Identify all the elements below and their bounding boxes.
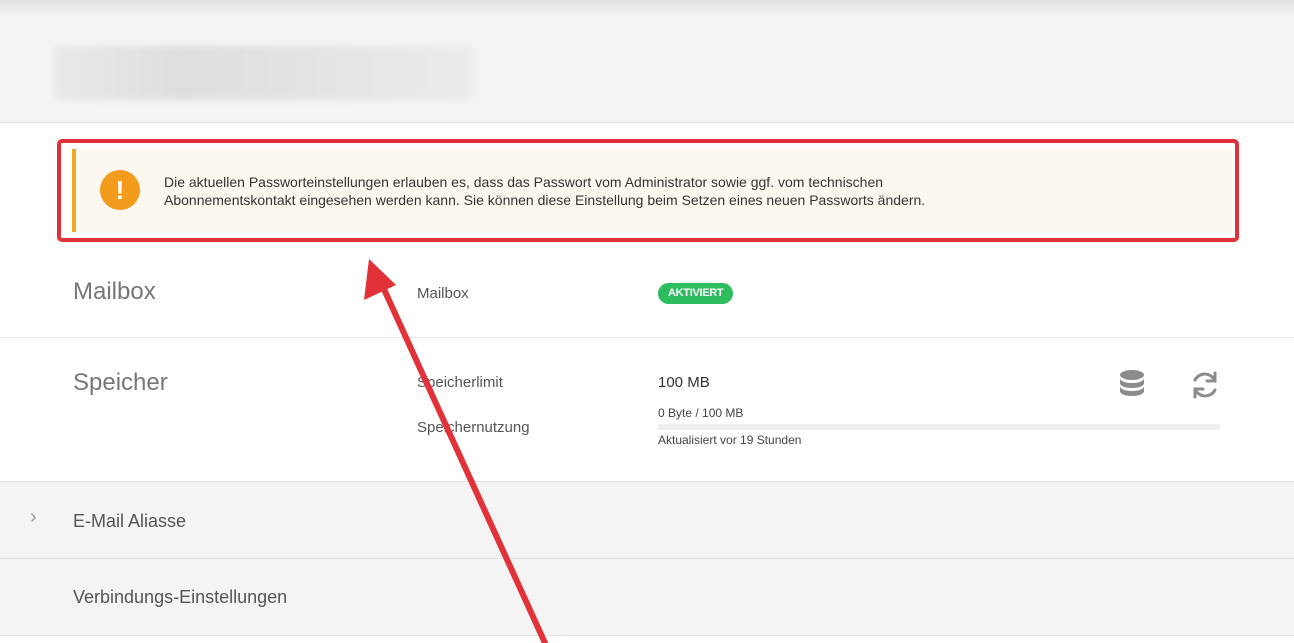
storage-usage-label: Speichernutzung [417, 419, 530, 436]
connection-settings-row[interactable]: Verbindungs-Einstellungen [0, 558, 1294, 635]
page-header [0, 0, 1294, 123]
mailbox-status-badge: AKTIVIERT [658, 283, 734, 304]
refresh-icon[interactable] [1187, 366, 1223, 404]
storage-updated-text: Aktualisiert vor 19 Stunden [658, 433, 802, 447]
section-divider [0, 337, 1294, 338]
storage-limit-label: Speicherlimit [417, 374, 503, 391]
chevron-right-icon: › [30, 506, 37, 528]
bottom-divider [0, 635, 1294, 636]
annotation-highlight-box [57, 139, 1239, 242]
header-shadow [0, 0, 1294, 18]
connection-settings-label: Verbindungs-Einstellungen [73, 587, 288, 607]
email-aliases-label: E-Mail Aliasse [73, 511, 187, 531]
mailbox-label: Mailbox [417, 285, 469, 302]
email-aliases-row[interactable]: › E-Mail Aliasse [0, 481, 1294, 558]
storage-limit-value: 100 MB [658, 374, 710, 391]
storage-section-title: Speicher [73, 369, 168, 396]
blurred-page-title [54, 46, 474, 100]
mailbox-section-title: Mailbox [73, 278, 156, 305]
storage-usage-bar [658, 424, 1220, 430]
database-icon[interactable] [1114, 366, 1150, 404]
storage-usage-value: 0 Byte / 100 MB [658, 406, 744, 420]
